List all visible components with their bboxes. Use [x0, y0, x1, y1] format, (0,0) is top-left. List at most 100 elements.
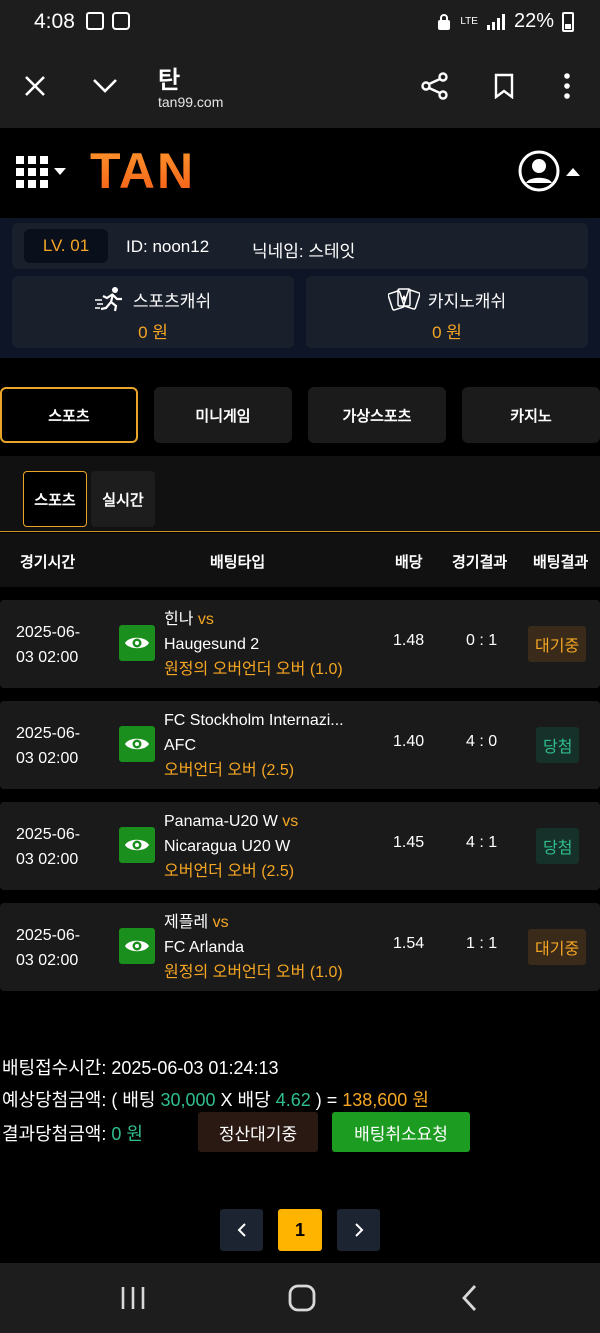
match-date: 2025-06-	[16, 826, 81, 843]
cancel-bet-button[interactable]: 배팅취소요청	[332, 1112, 470, 1152]
view-match-button[interactable]	[119, 726, 155, 762]
result-winnings: 결과당첨금액: 0 원	[2, 1120, 143, 1146]
sports-cash-card[interactable]: 스포츠캐쉬 0 원	[12, 276, 294, 348]
gallery-icon	[86, 12, 104, 30]
view-match-button[interactable]	[119, 928, 155, 964]
table-row: 2025-06- 03 02:00 Panama-U20 W vs Nicarag…	[0, 802, 600, 890]
odds: 1.54	[393, 935, 425, 952]
eye-icon	[125, 738, 149, 750]
casino-cash-title: 카지노캐쉬	[306, 286, 588, 312]
account-button[interactable]	[518, 150, 580, 192]
header-bet-result: 배팅결과	[533, 554, 589, 571]
battery-percent: 22%	[513, 10, 554, 32]
tab-minigame[interactable]: 미니게임	[154, 387, 292, 443]
tab-casino[interactable]: 카지노	[462, 387, 600, 443]
home-icon	[288, 1284, 316, 1312]
bookmark-button[interactable]	[482, 64, 526, 108]
subtab-live[interactable]: 실시간	[91, 471, 155, 527]
match-score: 1 : 1	[466, 935, 498, 952]
eye-icon	[125, 637, 149, 649]
bet-result-badge: 대기중	[528, 626, 587, 662]
vs-label: vs	[197, 611, 214, 628]
recent-apps-button[interactable]	[118, 1285, 148, 1316]
sports-cash-title: 스포츠캐쉬	[12, 286, 294, 312]
match-clock: 03 02:00	[16, 851, 79, 868]
expected-winnings: 예상당첨금액: ( 배팅 30,000 X 배당 4.62 ) = 138,60…	[2, 1086, 429, 1112]
odds: 1.48	[393, 632, 425, 649]
odds: 1.40	[393, 733, 425, 750]
next-page-button[interactable]	[337, 1209, 380, 1251]
match-score: 4 : 0	[466, 733, 498, 750]
bet-table-header: 경기시간 배팅타입 배당 경기결과 배팅결과	[0, 533, 600, 587]
match-clock: 03 02:00	[16, 649, 79, 666]
battery-icon	[562, 11, 574, 32]
user-info-bar: LV. 01 ID: noon12 닉네임: 스테잇	[12, 223, 588, 269]
casino-cash-card[interactable]: 카지노캐쉬 0 원	[306, 276, 588, 348]
tab-sports[interactable]: 스포츠	[0, 387, 138, 443]
close-button[interactable]	[13, 64, 57, 108]
user-level-badge: LV. 01	[24, 229, 108, 263]
bet-type: 오버언더 오버 (2.5)	[164, 762, 295, 779]
home-button[interactable]	[287, 1283, 317, 1318]
odds: 1.45	[393, 834, 425, 851]
site-logo[interactable]: TAN	[90, 142, 195, 200]
match-date: 2025-06-	[16, 725, 81, 742]
signal-icon	[486, 13, 505, 30]
sports-cash-value: 0 원	[138, 323, 168, 342]
away-team: Nicaragua U20 W	[164, 838, 291, 855]
eye-icon	[125, 940, 149, 952]
match-info: Panama-U20 W vs Nicaragua U20 W 오버언더 오버 …	[164, 809, 364, 884]
header-match-time: 경기시간	[20, 554, 76, 571]
casino-cash-value: 0 원	[432, 323, 462, 342]
page-1-button[interactable]: 1	[278, 1209, 322, 1251]
close-icon	[25, 76, 45, 96]
bet-result-badge: 당첨	[536, 828, 580, 864]
away-team: AFC	[164, 737, 196, 754]
tab-virtual-sports[interactable]: 가상스포츠	[308, 387, 446, 443]
recent-apps-icon	[121, 1287, 145, 1309]
match-time: 2025-06- 03 02:00	[16, 721, 80, 771]
menu-button[interactable]	[16, 156, 66, 188]
result-amount: 0 원	[111, 1124, 143, 1144]
subtab-sports[interactable]: 스포츠	[23, 471, 87, 527]
match-score: 0 : 1	[466, 632, 498, 649]
result-label: 결과당첨금액:	[2, 1124, 112, 1144]
page-url[interactable]: tan99.com	[158, 94, 223, 110]
user-nickname: 닉네임: 스테잇	[252, 242, 356, 261]
settlement-pending-button[interactable]: 정산대기중	[198, 1112, 318, 1152]
view-match-button[interactable]	[119, 625, 155, 661]
sub-tabs: 스포츠 실시간	[0, 456, 600, 532]
network-type: LTE	[460, 16, 478, 27]
match-date: 2025-06-	[16, 927, 81, 944]
caret-up-icon	[566, 167, 580, 176]
view-match-button[interactable]	[119, 827, 155, 863]
table-row: 2025-06- 03 02:00 힌나 vs Haugesund 2 원정의 오…	[0, 600, 600, 688]
chevron-right-icon	[354, 1223, 363, 1237]
bet-type: 원정의 오버언더 오버 (1.0)	[164, 964, 343, 981]
header-odds: 배당	[395, 554, 423, 571]
lock-icon	[438, 13, 451, 30]
table-row: 2025-06- 03 02:00 FC Stockholm Internazi.…	[0, 701, 600, 789]
chevron-down-icon	[93, 79, 117, 93]
away-team: Haugesund 2	[164, 636, 260, 653]
minimize-button[interactable]	[83, 64, 127, 108]
match-time: 2025-06- 03 02:00	[16, 822, 80, 872]
match-clock: 03 02:00	[16, 750, 79, 767]
table-row: 2025-06- 03 02:00 제플레 vs FC Arlanda 원정의 오…	[0, 903, 600, 991]
prev-page-button[interactable]	[220, 1209, 263, 1251]
vs-label: vs	[282, 813, 299, 830]
share-button[interactable]	[413, 64, 457, 108]
status-bar: 4:08 LTE 22%	[0, 0, 600, 44]
app-notification-icon	[112, 12, 130, 30]
bet-result-badge: 당첨	[536, 727, 580, 763]
bet-type: 오버언더 오버 (2.5)	[164, 863, 295, 880]
match-score: 4 : 1	[466, 834, 498, 851]
match-date: 2025-06-	[16, 624, 81, 641]
bet-received-time: 배팅접수시간: 2025-06-03 01:24:13	[2, 1058, 279, 1078]
more-button[interactable]	[545, 64, 589, 108]
back-button[interactable]	[460, 1283, 480, 1318]
bet-type: 원정의 오버언더 오버 (1.0)	[164, 661, 343, 678]
header-bet-type: 배팅타입	[210, 554, 266, 571]
user-id: ID: noon12	[126, 237, 210, 256]
playing-cards-icon	[387, 288, 420, 311]
